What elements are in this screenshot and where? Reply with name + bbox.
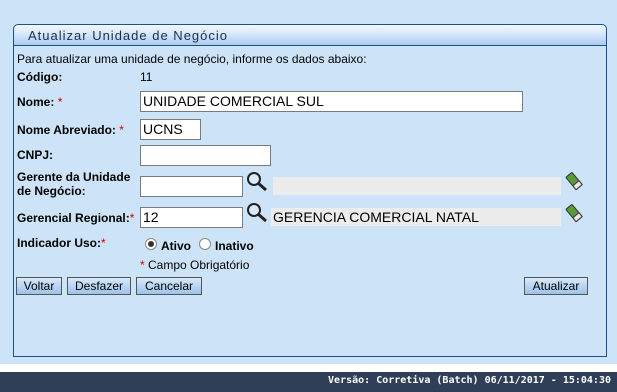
radio-selected-dot [148, 241, 154, 247]
eraser-icon[interactable] [565, 203, 583, 223]
gerencial-regional-description: GERENCIA COMERCIAL NATAL [271, 208, 561, 226]
required-marker: * [119, 123, 124, 137]
cnpj-label: CNPJ: [17, 148, 54, 162]
gerencial-regional-label: Gerencial Regional:* [17, 211, 135, 225]
form-title: Atualizar Unidade de Negócio [28, 28, 228, 43]
gerente-input[interactable] [140, 176, 243, 197]
required-marker: * [101, 236, 106, 250]
cancelar-button[interactable]: Cancelar [136, 277, 202, 295]
voltar-button[interactable]: Voltar [16, 277, 62, 295]
gerente-description [273, 177, 561, 195]
cnpj-input[interactable] [140, 145, 271, 166]
eraser-icon[interactable] [565, 171, 583, 191]
radio-ativo-label: Ativo [161, 239, 191, 253]
radio-inativo[interactable] [199, 238, 211, 250]
magnifier-icon[interactable] [245, 202, 269, 224]
radio-inativo-label: Inativo [215, 239, 254, 253]
form-intro: Para atualizar uma unidade de negócio, i… [17, 52, 367, 66]
magnifier-icon[interactable] [245, 171, 269, 193]
indicador-uso-label: Indicador Uso:* [17, 236, 106, 250]
gerente-label: Gerente da Unidade de Negócio: [17, 170, 131, 198]
codigo-label: Código: [17, 70, 63, 84]
radio-ativo[interactable] [145, 238, 157, 250]
version-footer: Versão: Corretiva (Batch) 06/11/2017 - 1… [0, 372, 617, 392]
nome-input[interactable]: UNIDADE COMERCIAL SUL [140, 91, 523, 112]
required-marker: * [57, 95, 63, 109]
atualizar-button[interactable]: Atualizar [524, 277, 588, 295]
nome-abreviado-label: Nome Abreviado: * [17, 123, 124, 137]
codigo-value: 11 [140, 70, 153, 84]
required-note: * Campo Obrigatório [140, 258, 250, 272]
form-title-bar: Atualizar Unidade de Negócio [13, 24, 607, 46]
nome-label: Nome: * [17, 95, 63, 109]
desfazer-button[interactable]: Desfazer [67, 277, 131, 295]
nome-abreviado-input[interactable]: UCNS [140, 119, 201, 140]
required-marker: * [129, 211, 135, 225]
gerencial-regional-input[interactable]: 12 [140, 207, 243, 228]
